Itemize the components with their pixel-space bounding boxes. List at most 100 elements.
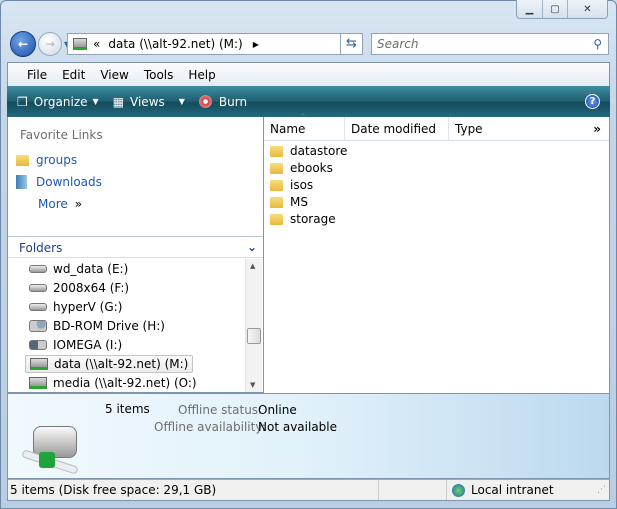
scroll-thumb[interactable]: [247, 328, 261, 344]
more-columns-icon[interactable]: »: [587, 117, 609, 141]
column-label: Date modified: [351, 122, 437, 136]
back-button[interactable]: ←: [10, 31, 36, 57]
breadcrumb-overflow[interactable]: «: [93, 37, 100, 51]
folder-tree-item[interactable]: 2008x64 (F:): [25, 279, 133, 297]
file-list: Name ^ Date modified Type » datastore eboo…: [264, 113, 610, 393]
network-drive-icon: [73, 38, 87, 50]
column-type[interactable]: Type: [449, 117, 529, 141]
views-button[interactable]: ▦ Views ▼: [113, 95, 185, 109]
menu-edit[interactable]: Edit: [62, 68, 85, 82]
help-icon[interactable]: ?: [585, 94, 600, 109]
search-input[interactable]: Search ⚲: [371, 33, 609, 55]
file-name: isos: [290, 178, 314, 192]
file-list-item[interactable]: ebooks: [270, 161, 333, 175]
caption-buttons: ▁ ▢ ✕: [516, 0, 608, 19]
link-label: groups: [36, 153, 78, 167]
network-drive-large-icon: [21, 426, 83, 475]
globe-icon: [452, 483, 465, 497]
downloads-icon: [16, 175, 27, 189]
details-pane: 5 items Offline status: Online Offline a…: [7, 393, 610, 479]
column-date-modified[interactable]: Date modified: [345, 117, 449, 141]
security-zone: Local intranet: [471, 483, 554, 497]
organize-button[interactable]: ❐ Organize ▼: [17, 95, 99, 109]
breadcrumb-current[interactable]: data (\\alt-92.net) (M:): [108, 37, 242, 51]
file-list-item[interactable]: MS: [270, 195, 308, 209]
folder-tree-item[interactable]: hyperV (G:): [25, 298, 126, 316]
folder-icon: [270, 213, 283, 225]
views-icon: ▦: [112, 94, 125, 109]
more-label: More: [38, 197, 68, 211]
status-separator: [378, 480, 447, 500]
folder-icon: [270, 162, 283, 174]
folder-tree-item[interactable]: data (\\alt-92.net) (M:): [25, 355, 194, 373]
removable-drive-icon: [29, 340, 47, 350]
refresh-button[interactable]: ⇆: [340, 33, 363, 55]
breadcrumb-chevron-icon[interactable]: ▶: [253, 40, 259, 49]
item-count: 5 items: [105, 402, 150, 416]
sort-ascending-icon: ^: [300, 113, 306, 121]
folder-tree-label: IOMEGA (I:): [53, 338, 123, 352]
navigation-pane: Favorite Links groups Downloads More » Fo…: [7, 117, 264, 393]
status-bar: 5 items (Disk free space: 29,1 GB) Local…: [7, 479, 610, 501]
command-bar: ❐ Organize ▼ ▦ Views ▼ Burn ?: [7, 86, 610, 117]
search-icon[interactable]: ⚲: [593, 37, 602, 51]
maximize-button[interactable]: ▢: [542, 0, 567, 18]
folder-tree-item[interactable]: media (\\alt-92.net) (O:): [25, 374, 201, 392]
file-list-item[interactable]: datastore: [270, 144, 347, 158]
network-drive-icon: [29, 377, 47, 389]
column-label: Name: [270, 122, 306, 136]
column-headers: Name ^ Date modified Type »: [264, 113, 609, 141]
folder-icon: [270, 145, 283, 157]
favorite-link-groups[interactable]: groups: [16, 153, 77, 167]
folder-icon: [16, 154, 29, 166]
burn-label: Burn: [218, 94, 248, 109]
menu-help[interactable]: Help: [188, 68, 215, 82]
menu-file[interactable]: File: [27, 68, 47, 82]
menu-view[interactable]: View: [100, 68, 128, 82]
close-button[interactable]: ✕: [567, 0, 607, 18]
file-list-item[interactable]: isos: [270, 178, 313, 192]
file-name: MS: [290, 195, 308, 209]
double-chevron-icon: »: [74, 197, 83, 211]
scroll-down-icon[interactable]: ▼: [250, 381, 255, 389]
folder-tree-item[interactable]: BD-ROM Drive (H:): [25, 317, 169, 335]
minimize-button[interactable]: ▁: [517, 0, 542, 18]
favorite-links-header: Favorite Links: [20, 128, 103, 142]
column-name[interactable]: Name ^: [264, 113, 345, 141]
folder-tree-item[interactable]: wd_data (E:): [25, 260, 132, 278]
menu-tools[interactable]: Tools: [144, 68, 174, 82]
hard-drive-icon: [29, 284, 47, 292]
hard-drive-icon: [29, 265, 47, 273]
burn-icon: [198, 95, 212, 108]
folder-tree-item[interactable]: IOMEGA (I:): [25, 336, 126, 354]
burn-button[interactable]: Burn: [198, 94, 248, 109]
favorite-link-downloads[interactable]: Downloads: [16, 175, 102, 189]
address-bar[interactable]: « data (\\alt-92.net) (M:) ▶ ▼: [67, 33, 363, 55]
offline-availability-label: Offline availability:: [154, 420, 266, 434]
chevron-down-icon[interactable]: ⌄: [247, 240, 257, 254]
file-list-item[interactable]: storage: [270, 212, 336, 226]
folder-tree-label: 2008x64 (F:): [53, 281, 130, 295]
hard-drive-icon: [29, 303, 47, 311]
offline-status-value: Online: [258, 403, 297, 417]
resize-grip[interactable]: ⋰: [597, 485, 606, 495]
status-text: 5 items (Disk free space: 29,1 GB): [10, 483, 217, 497]
search-placeholder: Search: [377, 37, 419, 51]
folder-icon: [270, 179, 283, 191]
forward-button[interactable]: →: [38, 32, 62, 56]
folder-tree-label: hyperV (G:): [53, 300, 123, 314]
scroll-up-icon[interactable]: ▲: [250, 262, 255, 270]
folder-tree-label: BD-ROM Drive (H:): [53, 319, 165, 333]
more-links[interactable]: More »: [38, 197, 82, 211]
file-name: ebooks: [290, 161, 333, 175]
menu-bar: File Edit View Tools Help: [7, 62, 610, 86]
folders-scrollbar[interactable]: ▲ ▼: [245, 259, 262, 392]
organize-label: Organize: [33, 94, 88, 109]
offline-status-label: Offline status:: [178, 403, 263, 417]
folder-tree-label: data (\\alt-92.net) (M:): [54, 357, 189, 371]
offline-availability-value: Not available: [258, 420, 338, 434]
file-name: storage: [290, 212, 336, 226]
network-drive-icon: [30, 358, 48, 370]
file-name: datastore: [290, 144, 348, 158]
folders-header[interactable]: Folders ⌄: [8, 236, 263, 258]
